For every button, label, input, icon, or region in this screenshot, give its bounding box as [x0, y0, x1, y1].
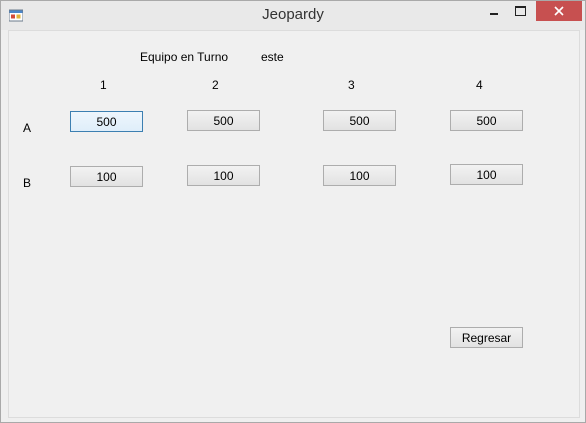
main-window: Jeopardy Equipo en Turno este 1 2 3 4 A … [0, 0, 586, 423]
turn-value: este [261, 50, 284, 64]
row-label-a: A [23, 121, 32, 135]
minimize-button[interactable] [480, 1, 507, 21]
minimize-icon [489, 13, 498, 15]
close-icon [554, 6, 564, 16]
cell-a2-button[interactable]: 500 [187, 110, 260, 131]
close-button[interactable] [536, 1, 582, 21]
cell-a1-button[interactable]: 500 [70, 111, 143, 132]
cell-b2-button[interactable]: 100 [187, 165, 260, 186]
row-label-b: B [23, 176, 32, 190]
column-header-2: 2 [212, 78, 219, 92]
column-header-1: 1 [100, 78, 107, 92]
title-bar[interactable]: Jeopardy [1, 1, 585, 30]
cell-b4-button[interactable]: 100 [450, 164, 523, 185]
cell-a3-button[interactable]: 500 [323, 110, 396, 131]
column-header-3: 3 [348, 78, 355, 92]
cell-a4-button[interactable]: 500 [450, 110, 523, 131]
column-header-4: 4 [476, 78, 483, 92]
maximize-button[interactable] [507, 1, 534, 21]
form-area: Equipo en Turno este 1 2 3 4 A B 500 500… [8, 30, 580, 418]
turn-label: Equipo en Turno [140, 50, 229, 64]
maximize-icon [515, 6, 526, 16]
cell-b3-button[interactable]: 100 [323, 165, 396, 186]
cell-b1-button[interactable]: 100 [70, 166, 143, 187]
back-button[interactable]: Regresar [450, 327, 523, 348]
